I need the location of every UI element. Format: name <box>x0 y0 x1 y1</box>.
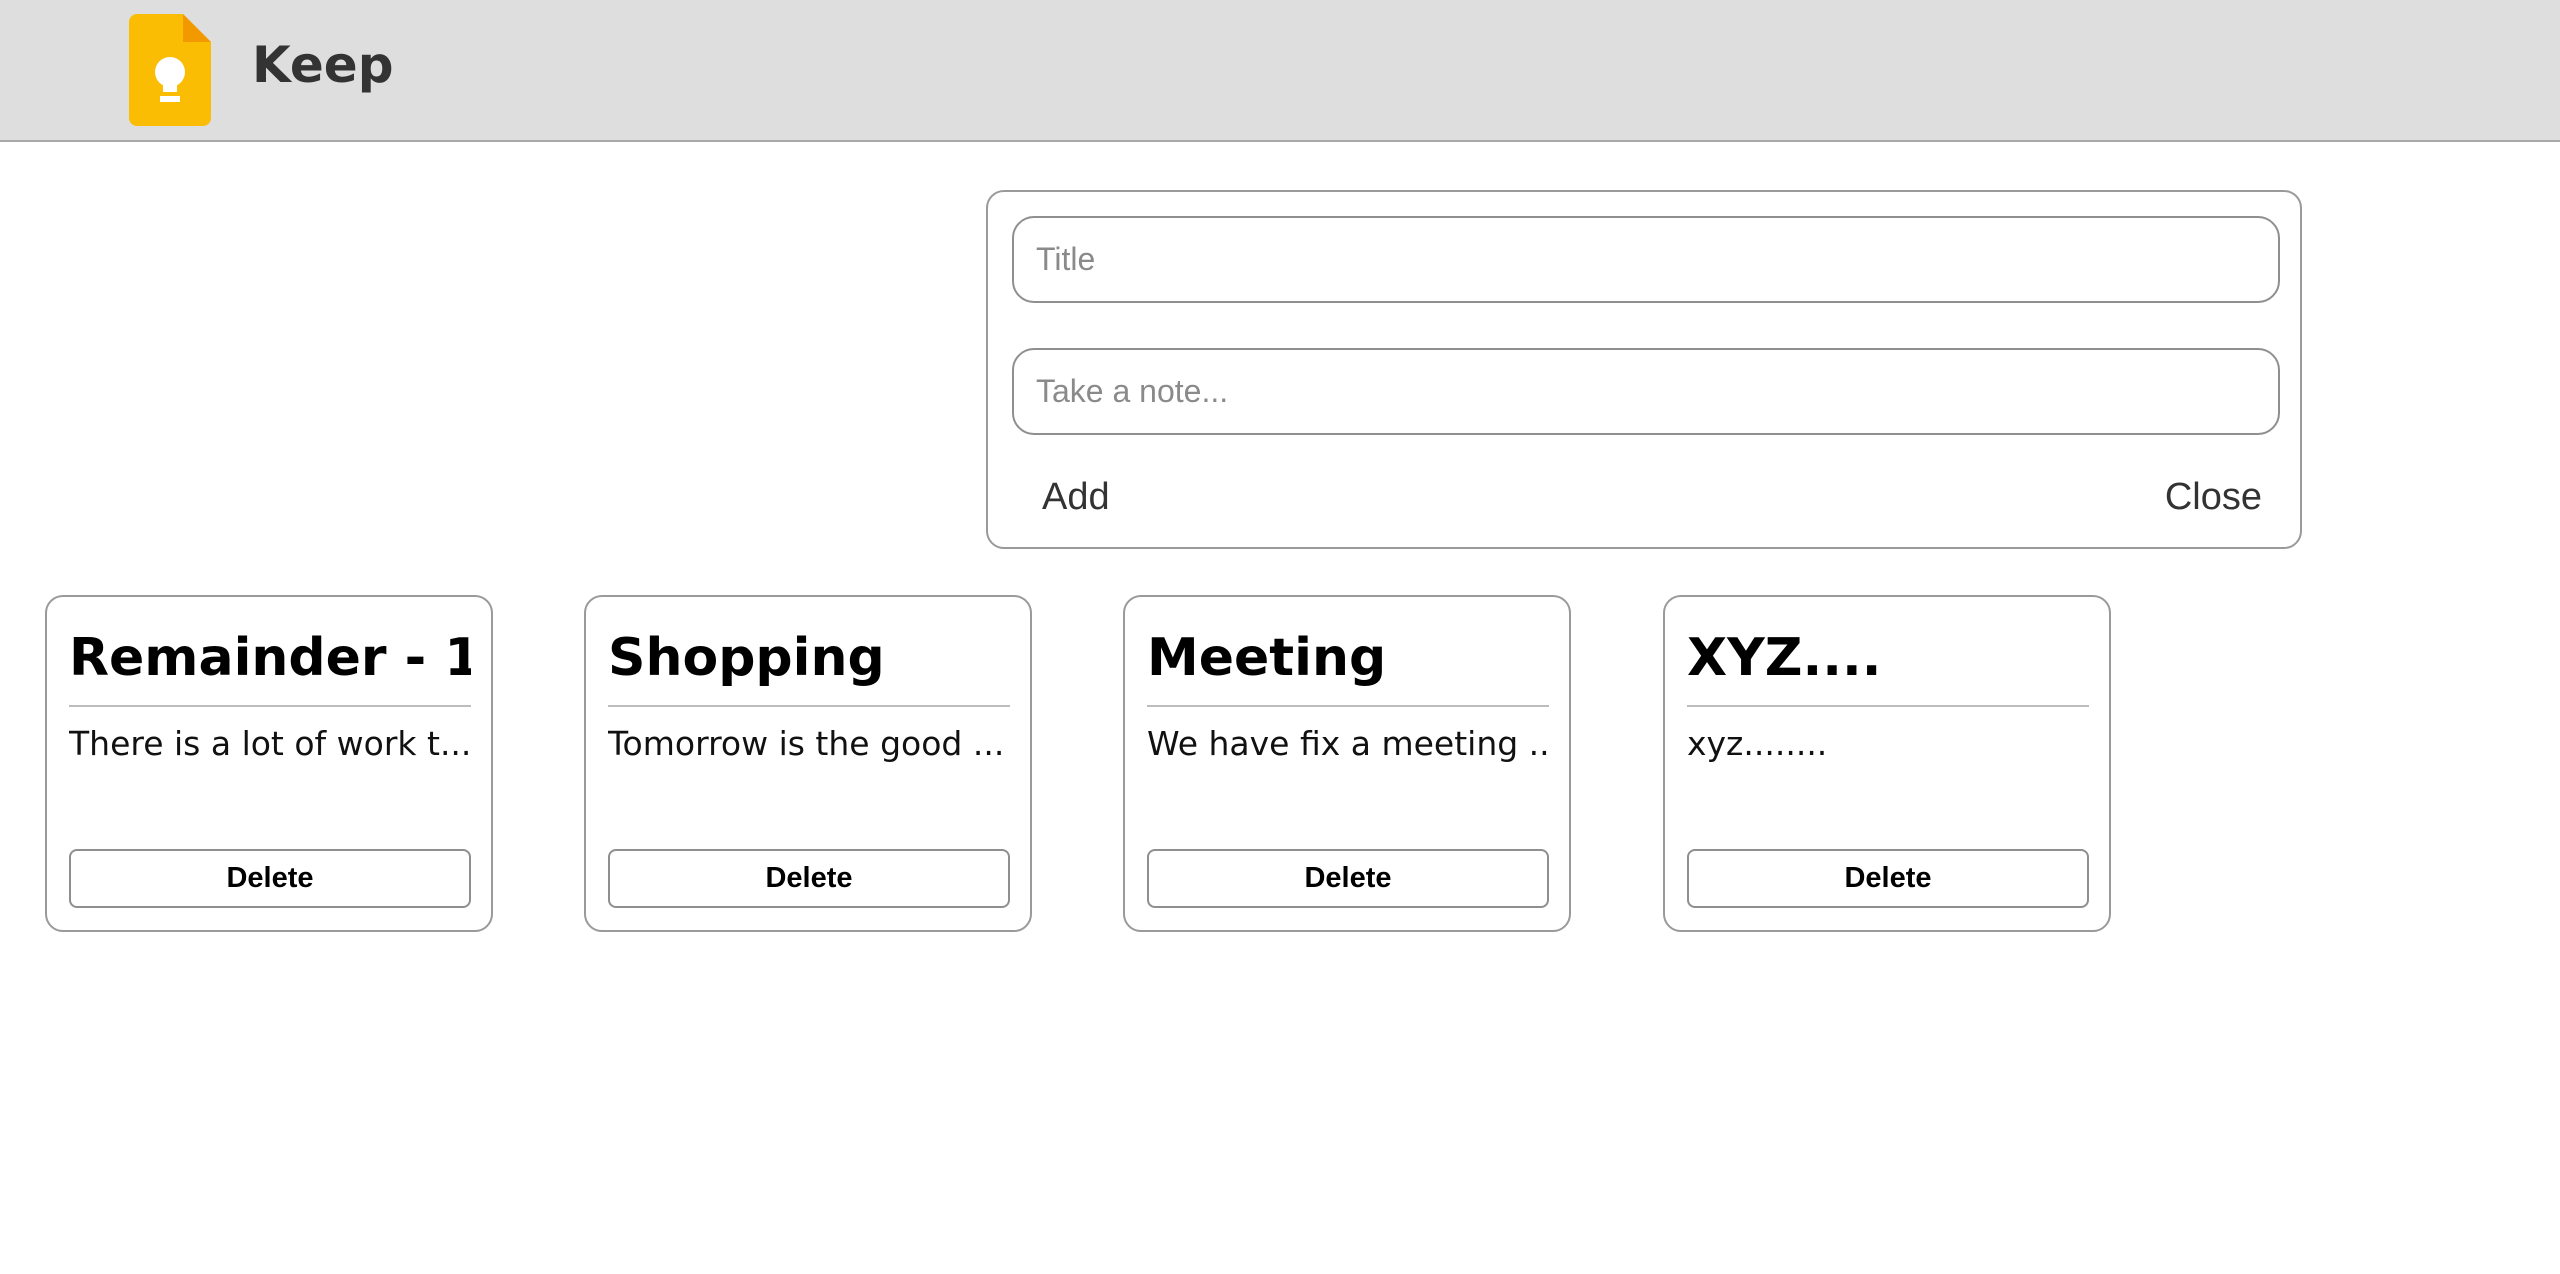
note-body: There is a lot of work t... <box>69 724 472 763</box>
note-title: XYZ.... <box>1687 627 2089 708</box>
delete-button[interactable]: Delete <box>1147 849 1549 908</box>
keep-lightbulb-icon[interactable] <box>129 14 211 126</box>
note-card: Shopping Tomorrow is the good ... Delete <box>584 595 1032 932</box>
title-input[interactable] <box>1012 216 2280 303</box>
note-card: Remainder - 1 There is a lot of work t..… <box>45 595 493 932</box>
note-title: Meeting <box>1147 627 1549 708</box>
delete-button[interactable]: Delete <box>608 849 1010 908</box>
add-button[interactable]: Add <box>1042 478 1110 516</box>
app-header: Keep <box>0 0 2560 142</box>
close-button[interactable]: Close <box>2165 478 2262 516</box>
note-input[interactable] <box>1012 348 2280 435</box>
note-composer: Add Close <box>986 190 2302 549</box>
note-body: Tomorrow is the good ... <box>608 724 1005 763</box>
note-body: We have fix a meeting ... <box>1147 724 1551 763</box>
delete-button[interactable]: Delete <box>1687 849 2089 908</box>
delete-button[interactable]: Delete <box>69 849 471 908</box>
note-title: Remainder - 1 <box>69 627 471 708</box>
app-title: Keep <box>252 36 394 94</box>
note-card: XYZ.... xyz........ Delete <box>1663 595 2111 932</box>
note-body: xyz........ <box>1687 724 1828 763</box>
note-title: Shopping <box>608 627 1010 708</box>
note-card: Meeting We have fix a meeting ... Delete <box>1123 595 1571 932</box>
